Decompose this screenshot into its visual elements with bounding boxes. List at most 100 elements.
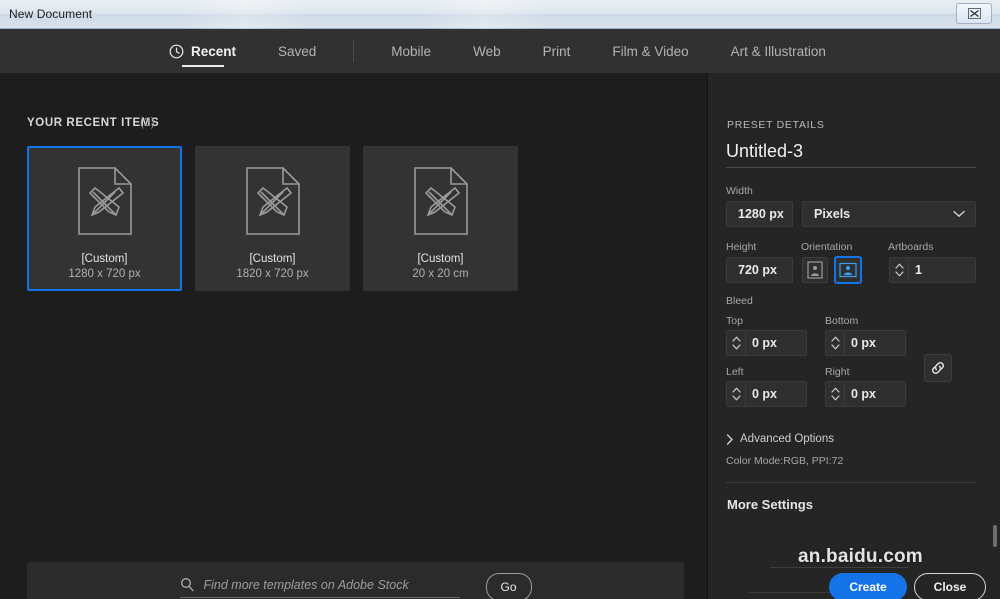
tab-label: Film & Video — [612, 43, 689, 59]
tab-saved[interactable]: Saved — [257, 29, 337, 73]
recent-items-count: (3) — [140, 117, 155, 129]
recent-items-grid: [Custom] 1280 x 720 px [Custom] 1820 x 7… — [27, 146, 518, 291]
orientation-landscape-button[interactable] — [835, 257, 861, 283]
chevron-down-icon — [830, 344, 840, 350]
bleed-left-arrows[interactable] — [727, 382, 745, 406]
bleed-right-arrows[interactable] — [826, 382, 844, 406]
chevron-down-icon — [953, 210, 965, 218]
tab-web[interactable]: Web — [452, 29, 522, 73]
search-icon — [180, 578, 194, 592]
bleed-top-arrows[interactable] — [727, 331, 745, 355]
tab-film-and-video[interactable]: Film & Video — [591, 29, 709, 73]
bleed-left-value: 0 px — [745, 382, 806, 406]
close-button[interactable]: Close — [914, 573, 986, 599]
create-button[interactable]: Create — [829, 573, 907, 599]
bleed-bottom-label: Bottom — [825, 315, 859, 327]
tab-label: Art & Illustration — [730, 43, 826, 59]
window-close-button[interactable] — [956, 3, 992, 24]
preset-details-pane: PRESET DETAILS Untitled-3 Width 1280 px … — [707, 73, 1000, 599]
height-value: 720 px — [738, 263, 777, 277]
chevron-right-icon — [726, 433, 733, 445]
bleed-left-stepper[interactable]: 0 px — [726, 381, 807, 407]
recent-item-name: [Custom] — [417, 253, 464, 265]
bleed-bottom-arrows[interactable] — [826, 331, 844, 355]
recent-item-dimensions: 1820 x 720 px — [236, 268, 309, 280]
artboards-stepper-arrows[interactable] — [890, 258, 908, 282]
document-pencil-ruler-icon — [245, 167, 300, 235]
recent-item-name: [Custom] — [249, 253, 296, 265]
tab-label: Mobile — [391, 43, 432, 59]
link-chain-icon — [931, 361, 945, 375]
artboards-value: 1 — [908, 258, 975, 282]
bleed-left-label: Left — [726, 366, 744, 378]
recent-item-dimensions: 20 x 20 cm — [412, 268, 469, 280]
close-x-icon — [967, 8, 981, 19]
recent-item-card[interactable]: [Custom] 1280 x 720 px — [27, 146, 182, 291]
new-document-dialog: New Document Recent Saved Mobile Web Pri… — [0, 0, 1000, 599]
bleed-bottom-stepper[interactable]: 0 px — [825, 330, 906, 356]
units-value: Pixels — [814, 207, 851, 221]
recent-item-name: [Custom] — [81, 253, 128, 265]
bleed-top-value: 0 px — [745, 331, 806, 355]
chevron-down-icon — [830, 395, 840, 401]
bleed-right-stepper[interactable]: 0 px — [825, 381, 906, 407]
color-mode-summary: Color Mode:RGB, PPI:72 — [726, 455, 844, 467]
stock-search-placeholder: Find more templates on Adobe Stock — [203, 577, 409, 592]
height-label: Height — [726, 241, 757, 253]
panel-scrollbar-thumb[interactable] — [993, 525, 997, 547]
chevron-up-icon — [731, 336, 741, 342]
bleed-right-value: 0 px — [844, 382, 905, 406]
document-pencil-ruler-icon — [413, 167, 468, 235]
bleed-link-button[interactable] — [924, 354, 952, 382]
orientation-portrait-icon — [807, 261, 823, 279]
tab-label: Saved — [278, 43, 317, 59]
orientation-portrait-button[interactable] — [802, 257, 828, 283]
more-settings-button[interactable]: More Settings — [727, 497, 813, 512]
tab-label: Print — [542, 43, 571, 59]
advanced-options-toggle[interactable]: Advanced Options — [726, 433, 834, 445]
width-value: 1280 px — [738, 207, 784, 221]
tab-print[interactable]: Print — [522, 29, 592, 73]
bleed-bottom-value: 0 px — [844, 331, 905, 355]
adobe-stock-search-bar: Find more templates on Adobe Stock Go — [27, 562, 684, 599]
clock-icon — [169, 44, 184, 58]
units-dropdown[interactable]: Pixels — [802, 201, 976, 227]
chevron-down-icon — [894, 271, 904, 277]
tab-art-and-illustration[interactable]: Art & Illustration — [710, 29, 847, 73]
artboards-label: Artboards — [888, 241, 934, 253]
orientation-label: Orientation — [801, 241, 853, 253]
document-name-input[interactable]: Untitled-3 — [726, 141, 976, 168]
bleed-right-label: Right — [825, 366, 850, 378]
chevron-up-icon — [830, 336, 840, 342]
artboards-stepper[interactable]: 1 — [889, 257, 976, 283]
recent-item-card[interactable]: [Custom] 20 x 20 cm — [363, 146, 518, 291]
chevron-up-icon — [830, 387, 840, 393]
panel-divider — [726, 482, 976, 483]
artifact-line — [748, 592, 843, 593]
tab-divider — [353, 40, 355, 62]
document-pencil-ruler-icon — [77, 167, 132, 235]
orientation-landscape-icon — [839, 262, 857, 278]
chevron-down-icon — [731, 344, 741, 350]
advanced-options-label: Advanced Options — [740, 433, 834, 445]
recent-item-card[interactable]: [Custom] 1820 x 720 px — [195, 146, 350, 291]
chevron-up-icon — [731, 387, 741, 393]
tab-mobile[interactable]: Mobile — [370, 29, 452, 73]
template-tabbar: Recent Saved Mobile Web Print Film & Vid — [0, 29, 1000, 73]
stock-search-input[interactable]: Find more templates on Adobe Stock — [179, 577, 460, 598]
window-titlebar: New Document — [0, 0, 1000, 29]
chevron-down-icon — [731, 395, 741, 401]
tab-active-underline — [181, 65, 224, 67]
height-input[interactable]: 720 px — [726, 257, 793, 283]
width-input[interactable]: 1280 px — [726, 201, 793, 227]
artifact-line — [770, 567, 908, 568]
templates-pane: YOUR RECENT ITEMS (3) [Custom] 1280 x 72… — [0, 73, 707, 599]
dialog-body: Recent Saved Mobile Web Print Film & Vid — [0, 29, 1000, 599]
bleed-top-stepper[interactable]: 0 px — [726, 330, 807, 356]
tab-recent[interactable]: Recent — [148, 29, 257, 73]
chevron-up-icon — [894, 263, 904, 269]
stock-go-button[interactable]: Go — [485, 572, 532, 599]
bleed-label: Bleed — [726, 295, 753, 307]
bleed-top-label: Top — [726, 315, 743, 327]
window-title: New Document — [9, 7, 93, 21]
